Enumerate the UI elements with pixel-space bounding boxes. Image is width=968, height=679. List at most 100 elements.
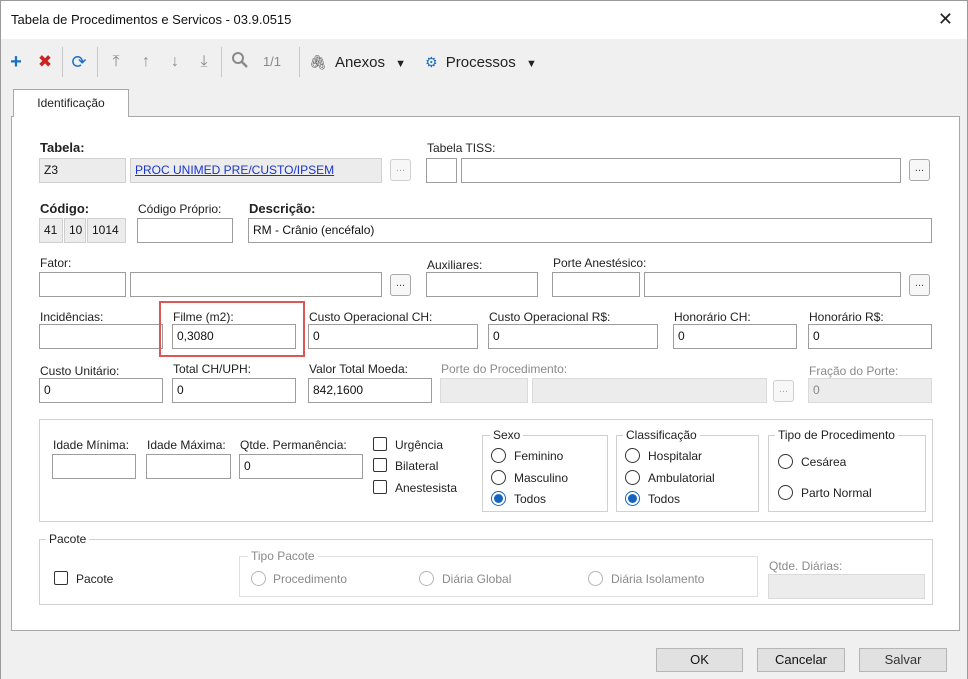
last-icon[interactable]: ⤓ <box>194 51 214 73</box>
chevron-down-icon: ▼ <box>525 58 537 70</box>
urgencia-checkbox[interactable] <box>373 437 387 451</box>
qtde-diarias-field[interactable] <box>768 574 925 599</box>
porte-procedimento-code-field[interactable] <box>440 378 528 403</box>
processos-label: Processos <box>445 54 516 71</box>
porte-procedimento-name-field[interactable] <box>532 378 767 403</box>
codigo-label: Código: <box>40 201 90 216</box>
codigo-proprio-field[interactable] <box>137 218 233 243</box>
pacote-title: Pacote <box>46 532 90 546</box>
down-icon[interactable]: ↓ <box>165 51 185 73</box>
sexo-title: Sexo <box>490 428 524 442</box>
anexos-menu-button[interactable]: 🖇 Anexos ▼ <box>309 51 409 73</box>
classificacao-ambulatorial-label: Ambulatorial <box>648 471 715 485</box>
up-icon[interactable]: ↑ <box>136 51 156 73</box>
toolbar-separator <box>299 47 300 77</box>
idade-min-field[interactable] <box>52 454 136 479</box>
ok-button[interactable]: OK <box>656 648 743 672</box>
fator-name-field[interactable] <box>130 272 382 297</box>
codigo-part2-field[interactable]: 10 <box>64 218 86 243</box>
fator-lookup-button[interactable]: ... <box>390 274 411 296</box>
fator-code-field[interactable] <box>39 272 126 297</box>
incidencias-field[interactable] <box>39 324 163 349</box>
fracao-porte-label: Fração do Porte: <box>809 364 899 378</box>
codigo-part3-field[interactable]: 1014 <box>87 218 126 243</box>
qtde-perm-field[interactable]: 0 <box>239 454 363 479</box>
bilateral-checkbox[interactable] <box>373 458 387 472</box>
porte-procedimento-lookup-button[interactable]: ... <box>773 380 794 402</box>
classificacao-ambulatorial-radio[interactable] <box>625 470 640 485</box>
anestesista-checkbox[interactable] <box>373 480 387 494</box>
pacote-diaria-isolamento-radio[interactable] <box>588 571 603 586</box>
honorario-ch-field[interactable]: 0 <box>673 324 797 349</box>
tabela-tiss-name-field[interactable] <box>461 158 901 183</box>
sexo-feminino-label: Feminino <box>514 449 564 463</box>
toolbar-separator <box>62 47 63 77</box>
gear-icon: ⚙ <box>425 54 438 70</box>
tipo-procedimento-group <box>768 435 926 512</box>
pacote-diaria-global-label: Diária Global <box>442 572 512 586</box>
custo-unitario-label: Custo Unitário: <box>40 364 120 378</box>
tab-identificacao[interactable]: Identificação <box>13 89 129 117</box>
tabela-code-field[interactable]: Z3 <box>39 158 126 183</box>
first-icon[interactable]: ⤒ <box>106 51 126 73</box>
page-indicator: 1/1 <box>262 54 282 69</box>
codigo-part1-field[interactable]: 41 <box>39 218 63 243</box>
sexo-todos-radio[interactable] <box>491 491 506 506</box>
custo-oper-ch-label: Custo Operacional CH: <box>309 310 433 324</box>
tipo-parto-normal-radio[interactable] <box>778 485 793 500</box>
cancelar-button[interactable]: Cancelar <box>757 648 845 672</box>
fracao-porte-field[interactable]: 0 <box>808 378 932 403</box>
qtde-diarias-label: Qtde. Diárias: <box>769 559 843 573</box>
pacote-checkbox[interactable] <box>54 571 68 585</box>
total-ch-field[interactable]: 0 <box>172 378 296 403</box>
tabela-name-link[interactable]: PROC UNIMED PRE/CUSTO/IPSEM <box>135 163 334 177</box>
toolbar: + ✖ ⟳ ⤒ ↑ ↓ ⤓ 1/1 🖇 Anexos ▼ ⚙ Processos… <box>1 39 967 85</box>
anestesista-label: Anestesista <box>395 481 458 495</box>
porte-procedimento-label: Porte do Procedimento: <box>441 362 568 376</box>
custo-oper-rs-field[interactable]: 0 <box>488 324 658 349</box>
porte-anestesico-code-field[interactable] <box>552 272 640 297</box>
tipo-parto-normal-label: Parto Normal <box>801 486 872 500</box>
delete-icon[interactable]: ✖ <box>36 51 54 73</box>
pacote-label: Pacote <box>76 572 114 586</box>
valor-total-label: Valor Total Moeda: <box>309 362 408 376</box>
classificacao-hospitalar-radio[interactable] <box>625 448 640 463</box>
custo-oper-ch-field[interactable]: 0 <box>308 324 478 349</box>
porte-anestesico-name-field[interactable] <box>644 272 901 297</box>
tabela-tiss-code-field[interactable] <box>426 158 457 183</box>
anexos-label: Anexos <box>334 54 385 71</box>
custo-oper-rs-label: Custo Operacional R$: <box>489 310 611 324</box>
sexo-feminino-radio[interactable] <box>491 448 506 463</box>
tipo-cesarea-radio[interactable] <box>778 454 793 469</box>
auxiliares-field[interactable] <box>426 272 538 297</box>
refresh-icon[interactable]: ⟳ <box>69 51 89 73</box>
pacote-diaria-global-radio[interactable] <box>419 571 434 586</box>
close-icon[interactable]: ✕ <box>938 9 953 30</box>
fator-label: Fator: <box>40 256 72 270</box>
title-bar: Tabela de Procedimentos e Servicos - 03.… <box>1 1 967 39</box>
honorario-rs-field[interactable]: 0 <box>808 324 932 349</box>
dialog-window: Tabela de Procedimentos e Servicos - 03.… <box>0 0 968 679</box>
descricao-field[interactable]: RM - Crânio (encéfalo) <box>248 218 932 243</box>
processos-menu-button[interactable]: ⚙ Processos ▼ <box>425 51 555 73</box>
toolbar-separator <box>221 47 222 77</box>
tabela-name-field[interactable]: PROC UNIMED PRE/CUSTO/IPSEM <box>130 158 382 183</box>
tabela-tiss-lookup-button[interactable]: ... <box>909 159 930 181</box>
search-icon[interactable] <box>229 51 251 73</box>
classificacao-todos-radio[interactable] <box>625 491 640 506</box>
urgencia-label: Urgência <box>395 438 444 452</box>
tipo-procedimento-title: Tipo de Procedimento <box>775 428 898 442</box>
add-icon[interactable]: + <box>7 51 25 73</box>
pacote-procedimento-radio[interactable] <box>251 571 266 586</box>
porte-anestesico-lookup-button[interactable]: ... <box>909 274 930 296</box>
salvar-button[interactable]: Salvar <box>859 648 947 672</box>
auxiliares-label: Auxiliares: <box>427 258 483 272</box>
codigo-proprio-label: Código Próprio: <box>138 202 222 216</box>
tabela-lookup-button[interactable]: ... <box>390 159 411 181</box>
sexo-masculino-radio[interactable] <box>491 470 506 485</box>
descricao-label: Descrição: <box>249 201 316 216</box>
sexo-todos-label: Todos <box>514 492 547 506</box>
valor-total-field[interactable]: 842,1600 <box>308 378 432 403</box>
idade-max-field[interactable] <box>146 454 231 479</box>
custo-unitario-field[interactable]: 0 <box>39 378 163 403</box>
